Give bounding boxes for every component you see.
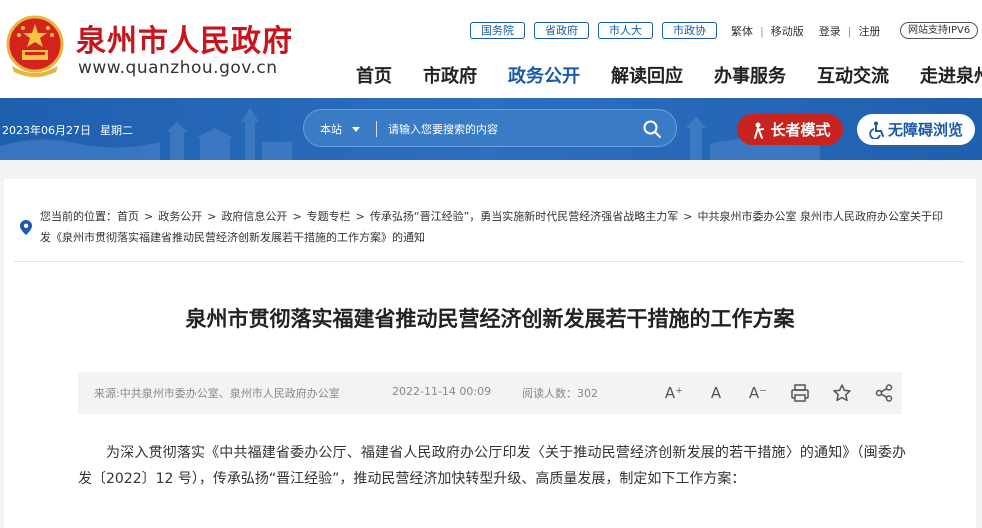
wheelchair-icon [869,121,884,139]
login-link[interactable]: 登录 [819,23,841,39]
top-link-provincial-gov[interactable]: 省政府 [534,22,589,39]
top-link-city-cppcc[interactable]: 市政协 [662,22,717,39]
article-datetime: 2022-11-14 00:09 [392,385,492,398]
accessibility-label: 无障碍浏览 [887,121,963,139]
search-banner: 2023年06月27日星期二 本站 长者模式 无障碍浏览 [0,98,982,160]
traditional-chinese-link[interactable]: 繁体 [731,23,753,39]
breadcrumb-divider [14,261,964,262]
location-pin-icon [20,220,32,235]
elder-icon [754,122,765,139]
breadcrumb-topic[interactable]: 传承弘扬“晋江经验”，勇当实施新时代民营经济强省战略主力军 [370,210,678,223]
divider: | [847,24,852,38]
register-link[interactable]: 注册 [858,23,880,39]
views-count: 302 [577,387,598,400]
star-icon[interactable] [832,383,852,403]
mobile-version-link[interactable]: 移动版 [771,23,804,39]
article-card: 您当前的位置：首页 > 政务公开 > 政府信息公开 > 专题专栏 > 传承弘扬“晋江经验”，勇当… [4,179,976,528]
ipv6-badge: 网站支持IPV6 [900,22,979,39]
current-date: 2023年06月27日 星期二 [2,122,133,138]
nav-item-about-quanzhou[interactable]: 走进泉州 [920,62,982,88]
site-header: 泉州市人民政府 www.quanzhou.gov.cn 国务院 省政府 市人大 … [0,0,982,98]
breadcrumb-topics[interactable]: 专题专栏 [307,210,351,223]
site-url[interactable]: www.quanzhou.gov.cn [78,58,278,78]
nav-item-home[interactable]: 首页 [356,62,392,88]
nav-item-city-gov[interactable]: 市政府 [423,62,477,88]
elder-mode-label: 长者模式 [770,121,831,139]
divider [376,121,377,137]
utility-links: 繁体 | 移动版 登录 | 注册 [731,23,880,39]
article-meta-bar: 来源:中共泉州市委办公室、泉州市人民政府办公室 2022-11-14 00:09… [78,372,902,414]
font-larger-button[interactable]: A⁺ [664,383,684,403]
date-text: 2023年06月27日 [2,124,91,137]
weekday-text: 星期二 [100,124,133,137]
top-link-city-congress[interactable]: 市人大 [598,22,653,39]
national-emblem-icon [6,15,64,77]
site-name[interactable]: 泉州市人民政府 [76,16,293,60]
article-body: 为深入贯彻落实《中共福建省委办公厅、福建省人民政府办公厅印发〈关于推动民营经济创… [78,445,906,487]
accessibility-button[interactable]: 无障碍浏览 [857,114,975,145]
nav-item-gov-affairs[interactable]: 政务公开 [508,62,580,88]
main-nav: 首页 市政府 政务公开 解读回应 办事服务 互动交流 走进泉州 [356,62,982,88]
breadcrumb-home[interactable]: 首页 [117,210,139,223]
top-link-state-council[interactable]: 国务院 [470,22,525,39]
views-label: 阅读人数： [522,387,577,400]
search-bar: 本站 [303,109,677,147]
nav-item-interaction[interactable]: 互动交流 [817,62,889,88]
top-links: 国务院 省政府 市人大 市政协 [470,22,717,39]
breadcrumb-prefix: 您当前的位置： [40,210,117,223]
article-source: 来源:中共泉州市委办公室、泉州市人民政府办公室 [94,387,340,400]
chevron-down-icon[interactable] [352,127,360,132]
nav-item-services[interactable]: 办事服务 [714,62,786,88]
share-icon[interactable] [874,383,894,403]
breadcrumb-gov-affairs[interactable]: 政务公开 [158,210,202,223]
search-scope-select[interactable]: 本站 [320,121,342,137]
search-icon[interactable] [642,119,662,139]
font-smaller-button[interactable]: A⁻ [748,383,768,403]
elder-mode-button[interactable]: 长者模式 [737,114,843,145]
divider: | [760,24,764,38]
breadcrumb-gov-info[interactable]: 政府信息公开 [221,210,287,223]
article-views: 阅读人数：302 [522,385,598,401]
nav-item-interpretation[interactable]: 解读回应 [611,62,683,88]
font-normal-button[interactable]: A [706,383,726,403]
article-title: 泉州市贯彻落实福建省推动民营经济创新发展若干措施的工作方案 [185,307,795,331]
breadcrumb: 您当前的位置：首页 > 政务公开 > 政府信息公开 > 专题专栏 > 传承弘扬“晋江经验”，勇当… [40,210,943,244]
search-input[interactable] [388,119,628,139]
print-icon[interactable] [790,383,810,403]
